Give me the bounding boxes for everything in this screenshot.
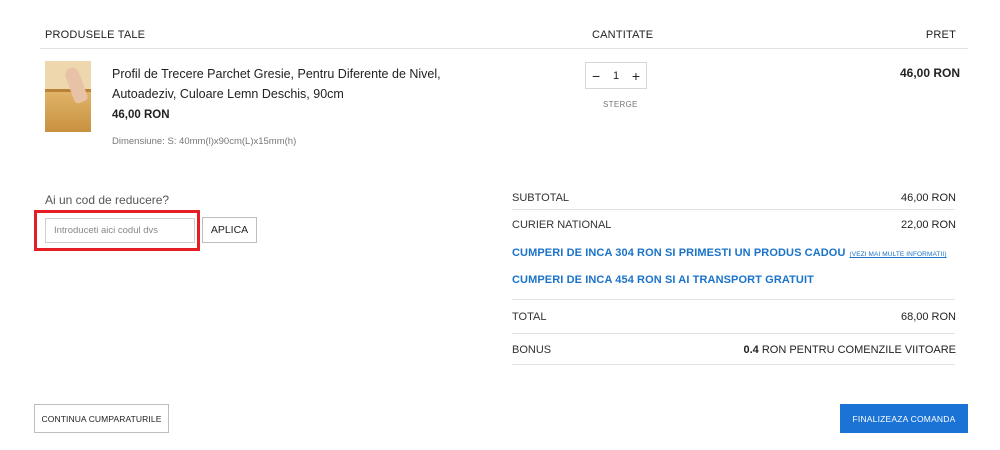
coupon-question: Ai un cod de reducere? xyxy=(45,193,170,207)
quantity-column-header: CANTITATE xyxy=(592,29,654,41)
promo-more-info-link[interactable]: (VEZI MAI MULTE INFORMATII) xyxy=(850,251,947,258)
shipping-label: CURIER NATIONAL xyxy=(512,219,612,231)
summary-divider xyxy=(512,209,955,210)
quantity-decrease-button[interactable]: − xyxy=(592,69,600,83)
finalize-order-button[interactable]: FINALIZEAZA COMANDA xyxy=(840,404,968,433)
row-total-price: 46,00 RON xyxy=(899,66,960,80)
bonus-amount: 0.4 xyxy=(743,344,759,356)
bonus-suffix: RON PENTRU COMENZILE VIITOARE xyxy=(758,344,956,356)
continue-shopping-button[interactable]: CONTINUA CUMPARATURILE xyxy=(34,404,169,433)
product-unit-price: 46,00 RON xyxy=(112,109,170,121)
promo-free-shipping-message: CUMPERI DE INCA 454 RON SI AI TRANSPORT … xyxy=(512,274,814,286)
header-divider xyxy=(40,48,968,49)
promo-gift-message: CUMPERI DE INCA 304 RON SI PRIMESTI UN P… xyxy=(512,247,947,259)
summary-divider xyxy=(512,364,955,365)
subtotal-value: 46,00 RON xyxy=(900,192,956,204)
product-thumbnail[interactable] xyxy=(45,61,91,132)
remove-item-link[interactable]: STERGE xyxy=(603,100,638,109)
quantity-value[interactable]: 1 xyxy=(613,70,619,82)
price-column-header: PRET xyxy=(925,29,956,41)
quantity-stepper: − 1 + xyxy=(585,62,647,89)
summary-divider xyxy=(512,299,955,300)
apply-coupon-button[interactable]: APLICA xyxy=(202,217,257,243)
products-column-header: PRODUSELE TALE xyxy=(45,29,146,41)
subtotal-label: SUBTOTAL xyxy=(512,192,570,204)
bonus-label: BONUS xyxy=(512,344,552,356)
coupon-code-input[interactable] xyxy=(45,218,195,243)
total-value: 68,00 RON xyxy=(900,311,956,323)
product-title-link[interactable]: Profil de Trecere Parchet Gresie, Pentru… xyxy=(112,64,492,104)
quantity-increase-button[interactable]: + xyxy=(632,69,640,83)
product-dimensions: Dimensiune: S: 40mm(l)x90cm(L)x15mm(h) xyxy=(112,136,297,147)
summary-divider xyxy=(512,333,955,334)
shipping-value: 22,00 RON xyxy=(900,219,956,231)
bonus-value: 0.4 RON PENTRU COMENZILE VIITOARE xyxy=(743,344,956,356)
total-label: TOTAL xyxy=(512,311,547,323)
promo-gift-text: CUMPERI DE INCA 304 RON SI PRIMESTI UN P… xyxy=(512,247,846,259)
